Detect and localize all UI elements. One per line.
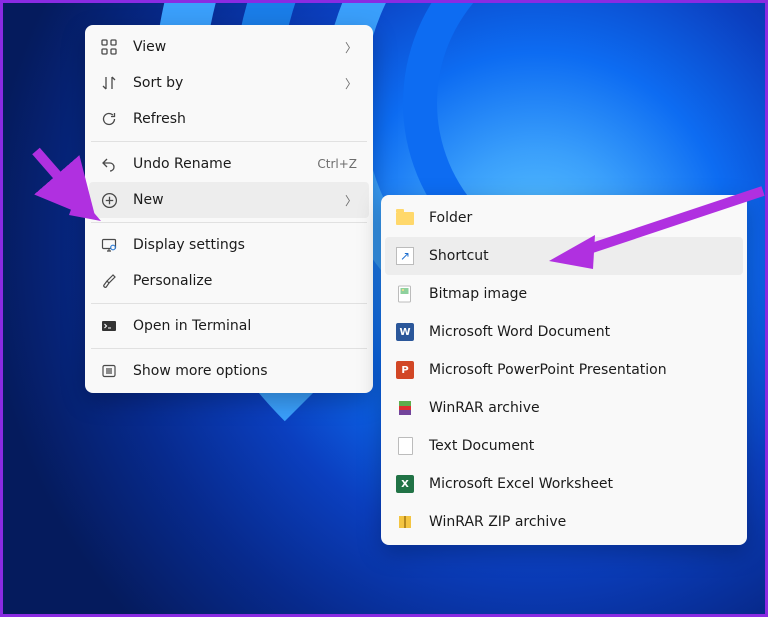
shortcut-icon: ↗	[395, 246, 415, 266]
submenu-item-winrar[interactable]: WinRAR archive	[385, 389, 743, 427]
text-icon	[395, 436, 415, 456]
submenu-item-folder[interactable]: Folder	[385, 199, 743, 237]
new-submenu: Folder ↗ Shortcut Bitmap image W Microso…	[381, 195, 747, 545]
submenu-item-word[interactable]: W Microsoft Word Document	[385, 313, 743, 351]
menu-item-label: Undo Rename	[133, 156, 309, 172]
chevron-right-icon: 〉	[345, 75, 357, 92]
word-icon: W	[395, 322, 415, 342]
submenu-item-label: Microsoft Word Document	[429, 324, 731, 340]
grid-icon	[99, 37, 119, 57]
display-icon	[99, 235, 119, 255]
submenu-item-bitmap[interactable]: Bitmap image	[385, 275, 743, 313]
submenu-item-label: Folder	[429, 210, 731, 226]
submenu-item-label: WinRAR archive	[429, 400, 731, 416]
submenu-item-shortcut[interactable]: ↗ Shortcut	[385, 237, 743, 275]
menu-item-label: Open in Terminal	[133, 318, 357, 334]
menu-item-refresh[interactable]: Refresh	[89, 101, 369, 137]
menu-separator	[91, 141, 367, 142]
submenu-item-excel[interactable]: X Microsoft Excel Worksheet	[385, 465, 743, 503]
menu-item-undo-rename[interactable]: Undo Rename Ctrl+Z	[89, 146, 369, 182]
submenu-item-text[interactable]: Text Document	[385, 427, 743, 465]
menu-item-sort-by[interactable]: Sort by 〉	[89, 65, 369, 101]
excel-icon: X	[395, 474, 415, 494]
menu-item-personalize[interactable]: Personalize	[89, 263, 369, 299]
bitmap-icon	[395, 284, 415, 304]
chevron-right-icon: 〉	[345, 192, 357, 209]
plus-circle-icon	[99, 190, 119, 210]
menu-item-view[interactable]: View 〉	[89, 29, 369, 65]
submenu-item-winrar-zip[interactable]: WinRAR ZIP archive	[385, 503, 743, 541]
menu-item-new[interactable]: New 〉	[89, 182, 369, 218]
powerpoint-icon: P	[395, 360, 415, 380]
menu-item-show-more-options[interactable]: Show more options	[89, 353, 369, 389]
menu-separator	[91, 222, 367, 223]
menu-item-label: Display settings	[133, 237, 357, 253]
folder-icon	[395, 208, 415, 228]
more-icon	[99, 361, 119, 381]
submenu-item-powerpoint[interactable]: P Microsoft PowerPoint Presentation	[385, 351, 743, 389]
submenu-item-label: Text Document	[429, 438, 731, 454]
sort-icon	[99, 73, 119, 93]
menu-item-open-terminal[interactable]: Open in Terminal	[89, 308, 369, 344]
terminal-icon	[99, 316, 119, 336]
winrar-icon	[395, 398, 415, 418]
menu-item-label: Show more options	[133, 363, 357, 379]
submenu-item-label: Bitmap image	[429, 286, 731, 302]
menu-item-label: Refresh	[133, 111, 357, 127]
submenu-item-label: Microsoft Excel Worksheet	[429, 476, 731, 492]
menu-item-label: Sort by	[133, 75, 337, 91]
desktop-context-menu: View 〉 Sort by 〉 Refresh Undo Rename Ctr…	[85, 25, 373, 393]
refresh-icon	[99, 109, 119, 129]
undo-icon	[99, 154, 119, 174]
brush-icon	[99, 271, 119, 291]
submenu-item-label: Shortcut	[429, 248, 731, 264]
menu-item-label: Personalize	[133, 273, 357, 289]
winrar-zip-icon	[395, 512, 415, 532]
menu-item-label: View	[133, 39, 337, 55]
menu-item-label: New	[133, 192, 337, 208]
menu-separator	[91, 303, 367, 304]
chevron-right-icon: 〉	[345, 39, 357, 56]
menu-item-accelerator: Ctrl+Z	[317, 157, 357, 171]
submenu-item-label: WinRAR ZIP archive	[429, 514, 731, 530]
menu-item-display-settings[interactable]: Display settings	[89, 227, 369, 263]
menu-separator	[91, 348, 367, 349]
submenu-item-label: Microsoft PowerPoint Presentation	[429, 362, 731, 378]
